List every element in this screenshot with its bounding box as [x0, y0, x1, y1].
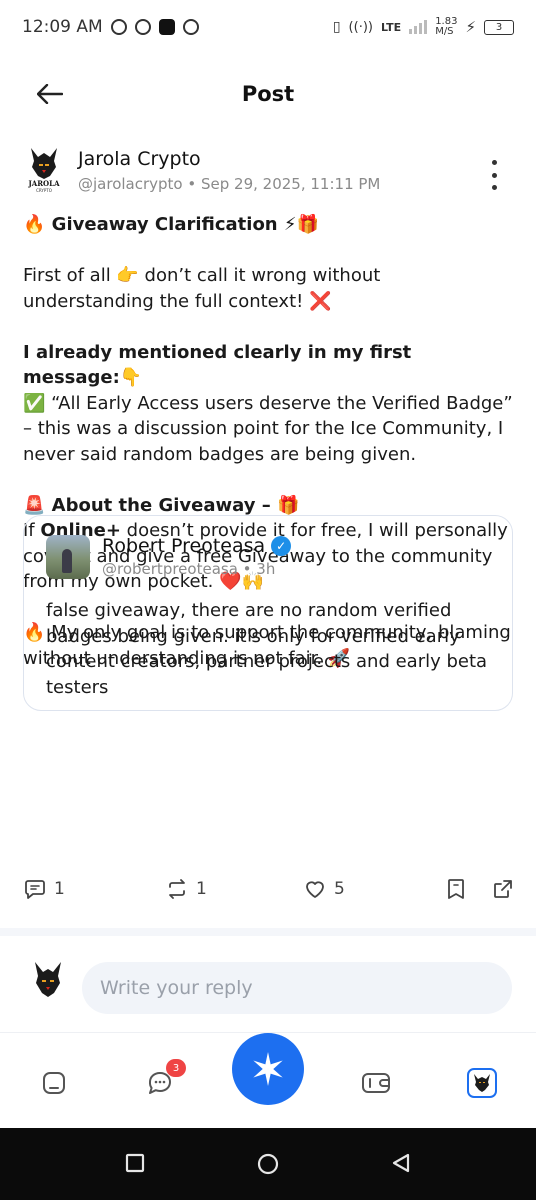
recents-icon	[125, 1153, 145, 1173]
post-actions: 1 1 5	[22, 878, 522, 908]
back-arrow-icon	[37, 84, 63, 104]
jarola-logo-icon	[35, 962, 61, 997]
nav-ice-main[interactable]	[232, 1033, 304, 1105]
share-button[interactable]	[492, 878, 514, 900]
post-heading: 🔥 Giveaway Clarification ⚡🎁	[23, 212, 514, 238]
jarola-logo-icon	[474, 1074, 490, 1092]
home-circle-icon	[257, 1153, 279, 1175]
repost-count: 1	[196, 879, 207, 899]
quote-author-name[interactable]: Robert Preoteasa	[102, 534, 265, 558]
more-dot	[491, 185, 497, 190]
reply-input[interactable]	[82, 962, 512, 1014]
current-user-avatar[interactable]	[26, 960, 70, 1016]
share-icon	[494, 880, 512, 898]
jarola-logo-icon	[31, 148, 57, 179]
recents-button[interactable]	[124, 1152, 148, 1176]
meta-separator: •	[242, 560, 257, 578]
back-system-button[interactable]	[390, 1152, 414, 1176]
like-count: 5	[334, 879, 345, 899]
home-icon	[43, 1072, 65, 1094]
quote-header: Robert Preoteasa ✓ @robertpreoteasa • 3h	[46, 534, 492, 580]
chat-notification-icon	[110, 19, 127, 35]
quote-text: false giveaway, there are no random veri…	[46, 600, 488, 698]
meta-separator: •	[187, 175, 202, 193]
quote-author-avatar[interactable]	[46, 535, 90, 579]
back-button[interactable]	[30, 76, 70, 112]
page-title: Post	[241, 82, 295, 106]
comment-count: 1	[54, 879, 65, 899]
network-speed: 1.83 M/S	[435, 17, 457, 37]
post-bold-line: 🚨 About the Giveaway – 🎁	[23, 494, 300, 516]
status-time: 12:09 AM	[22, 17, 103, 37]
author-meta: @jarolacrypto • Sep 29, 2025, 11:11 PM	[78, 172, 380, 196]
quote-author-info: Robert Preoteasa ✓ @robertpreoteasa • 3h	[102, 534, 292, 580]
author-avatar[interactable]: JAROLA CRYPTO	[22, 146, 66, 196]
whatsapp-icon	[134, 19, 151, 35]
nav-wallet[interactable]	[358, 1065, 394, 1101]
status-right: ▯ ((·)) LTE 1.83 M/S ⚡ 3	[333, 17, 514, 37]
more-dot	[491, 160, 497, 165]
post-bold-line: I already mentioned clearly in my first …	[23, 341, 412, 389]
verified-badge-icon: ✓	[271, 536, 292, 556]
nav-profile[interactable]	[464, 1065, 500, 1101]
section-divider	[0, 928, 536, 936]
post-heading-text: 🔥 Giveaway Clarification ⚡🎁	[23, 214, 319, 235]
post-timestamp: Sep 29, 2025, 11:11 PM	[201, 175, 381, 193]
quote-author-handle[interactable]: @robertpreoteasa	[102, 560, 238, 578]
nav-home[interactable]	[36, 1065, 72, 1101]
signal-icon	[409, 20, 428, 34]
logo-subtext: CRYPTO	[36, 188, 52, 193]
author-row: JAROLA CRYPTO Jarola Crypto @jarolacrypt…	[0, 146, 536, 208]
vibrate-icon: ▯	[332, 19, 341, 35]
post-paragraph: First of all 👉 don’t call it wrong witho…	[23, 265, 381, 312]
bottom-navigation: 3	[0, 1032, 536, 1128]
snowflake-icon	[253, 1052, 283, 1086]
whatsapp-business-icon	[182, 19, 199, 35]
profile-avatar	[467, 1068, 497, 1098]
more-dot	[491, 172, 497, 178]
chat-badge: 3	[166, 1059, 186, 1077]
comment-button[interactable]: 1	[24, 878, 65, 900]
repost-icon	[169, 879, 185, 899]
battery-level: 3	[495, 21, 503, 33]
author-name[interactable]: Jarola Crypto	[78, 146, 380, 172]
app-notification-icon	[158, 19, 175, 35]
more-options-button[interactable]	[484, 160, 504, 190]
wallet-icon	[362, 1073, 390, 1093]
post-paragraph: ✅ “All Early Access users deserve the Ve…	[23, 392, 513, 465]
back-triangle-icon	[392, 1153, 410, 1173]
bookmark-button[interactable]	[446, 878, 466, 900]
bookmark-icon	[448, 879, 464, 899]
network-type: LTE	[380, 20, 402, 34]
quote-meta: @robertpreoteasa • 3h	[102, 558, 291, 580]
quote-author-name-row: Robert Preoteasa ✓	[102, 534, 292, 558]
speed-unit: M/S	[435, 26, 454, 37]
charging-icon: ⚡	[465, 18, 476, 36]
author-handle[interactable]: @jarolacrypto	[78, 175, 183, 193]
nav-chats[interactable]: 3	[142, 1059, 186, 1101]
post-paragraph: I already mentioned clearly in my first …	[23, 340, 514, 391]
hotspot-icon: ((·))	[348, 19, 373, 35]
status-bar: 12:09 AM ▯ ((·)) LTE 1.83 M/S ⚡ 3	[0, 0, 536, 54]
author-info: Jarola Crypto @jarolacrypto • Sep 29, 20…	[78, 146, 380, 196]
home-button[interactable]	[256, 1152, 280, 1176]
header: Post	[0, 64, 536, 124]
battery-icon: 3	[484, 19, 514, 35]
status-left: 12:09 AM	[22, 17, 199, 37]
quote-time: 3h	[256, 560, 276, 578]
like-button[interactable]: 5	[304, 878, 345, 900]
system-navigation-bar	[0, 1128, 536, 1200]
reply-composer	[0, 948, 536, 1028]
quoted-post-card[interactable]: Robert Preoteasa ✓ @robertpreoteasa • 3h…	[23, 515, 513, 711]
comment-icon	[25, 880, 45, 899]
logo-text: JAROLA	[28, 179, 60, 188]
heart-icon	[306, 881, 324, 898]
repost-button[interactable]: 1	[166, 878, 207, 900]
